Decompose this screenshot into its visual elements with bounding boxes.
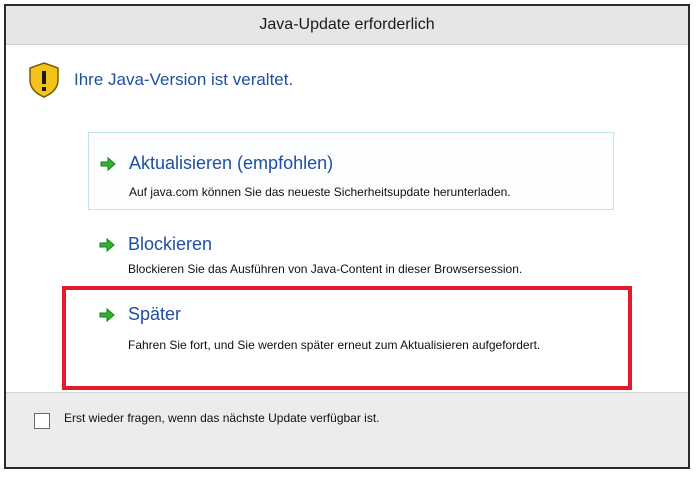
update-option[interactable]: Aktualisieren (empfohlen) Auf java.com k… <box>88 132 614 210</box>
header-message: Ihre Java-Version ist veraltet. <box>74 70 294 89</box>
green-arrow-icon <box>100 156 116 171</box>
later-option[interactable]: Später Fahren Sie fort, und Sie werden s… <box>88 288 614 386</box>
green-arrow-icon <box>99 237 115 252</box>
green-arrow-icon <box>99 307 115 322</box>
ask-again-label[interactable]: Erst wieder fragen, wenn das nächste Upd… <box>64 409 424 427</box>
warning-shield-icon <box>29 62 59 98</box>
header: Ihre Java-Version ist veraltet. <box>28 62 293 98</box>
block-option-title: Blockieren <box>128 234 213 254</box>
block-option-description: Blockieren Sie das Ausführen von Java-Co… <box>128 262 523 276</box>
dialog-title-bar: Java-Update erforderlich <box>6 6 688 45</box>
java-update-dialog: Java-Update erforderlich Ihre Java-Versi… <box>4 4 690 469</box>
later-option-title: Später <box>128 304 182 324</box>
update-option-description: Auf java.com können Sie das neueste Sich… <box>129 185 511 199</box>
update-option-title: Aktualisieren (empfohlen) <box>129 153 334 173</box>
block-option[interactable]: Blockieren Blockieren Sie das Ausführen … <box>88 220 614 284</box>
dialog-title: Java-Update erforderlich <box>259 16 435 33</box>
ask-again-checkbox[interactable] <box>34 413 50 429</box>
dialog-footer: Erst wieder fragen, wenn das nächste Upd… <box>6 392 688 467</box>
later-option-description: Fahren Sie fort, und Sie werden später e… <box>128 338 541 352</box>
